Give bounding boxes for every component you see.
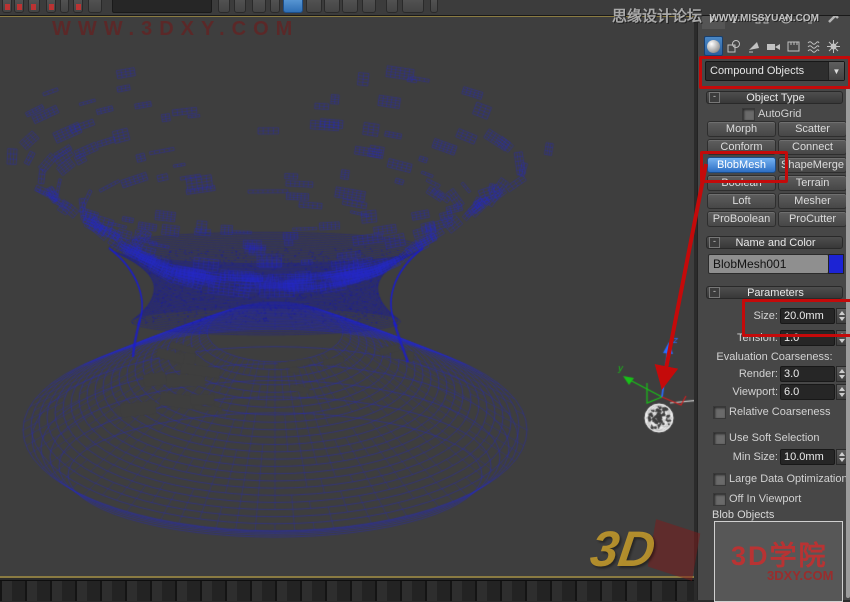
blobmesh-button[interactable]: BlobMesh [707,157,776,173]
toolbar-icon[interactable] [270,0,280,13]
loft-button[interactable]: Loft [707,193,776,209]
relative-coarseness-checkbox[interactable] [713,406,726,419]
toolbar-icon[interactable] [88,0,102,13]
viewport-field[interactable]: 6.0 [780,384,835,400]
boolean-button[interactable]: Boolean [707,175,776,191]
toolbar-icon[interactable] [283,0,303,13]
perspective-viewport[interactable] [0,15,694,578]
render-field[interactable]: 3.0 [780,366,835,382]
shapemerge-button[interactable]: ShapeMerge [778,157,847,173]
toolbar-icon[interactable] [234,0,246,13]
morph-button[interactable]: Morph [707,121,776,137]
mesher-button[interactable]: Mesher [778,193,847,209]
toolbar-icon[interactable] [362,0,376,13]
tension-label: Tension: [737,332,778,344]
blob-objects-list[interactable] [714,521,843,602]
toolbar-icon[interactable] [402,0,424,13]
shapes-icon[interactable] [724,36,743,56]
off-in-viewport-label: Off In Viewport [729,493,801,505]
collapse-icon[interactable]: - [709,92,720,103]
connect-button[interactable]: Connect [778,139,847,155]
large-data-optimization-label: Large Data Optimization [729,473,848,485]
collapse-icon[interactable]: - [709,287,720,298]
evaluation-coarseness-label: Evaluation Coarseness: [698,351,850,363]
toolbar-icon[interactable] [218,0,230,13]
rollout-title: Parameters [720,287,831,299]
tension-row: Tension: 1.0 [698,330,850,346]
subcategory-dropdown-value: Compound Objects [706,65,828,77]
toolbar-icon[interactable] [306,0,322,13]
min-size-row: Min Size: 10.0mm [698,449,850,465]
systems-icon[interactable] [824,36,843,56]
toolbar-icon[interactable] [252,0,266,13]
size-row: Size: 20.0mm [698,308,850,324]
proboolean-button[interactable]: ProBoolean [707,211,776,227]
rollout-title: Object Type [720,92,831,104]
toolbar-icon[interactable] [430,0,438,13]
relative-coarseness-row: Relative Coarseness [698,405,850,419]
relative-coarseness-label: Relative Coarseness [729,406,831,418]
off-in-viewport-checkbox[interactable] [713,493,726,506]
rollout-object-type[interactable]: - Object Type [706,91,843,104]
selection-sets-combo[interactable] [112,0,212,13]
command-panel: Compound Objects ▼ - Object Type AutoGri… [697,0,850,600]
rollout-title: Name and Color [720,237,831,249]
geometry-icon[interactable] [704,36,723,56]
scatter-button[interactable]: Scatter [778,121,847,137]
main-toolbar [0,0,850,16]
helpers-icon[interactable] [784,36,803,56]
autogrid-label: AutoGrid [758,108,801,120]
procutter-button[interactable]: ProCutter [778,211,847,227]
subcategory-dropdown[interactable]: Compound Objects ▼ [705,61,845,81]
viewport-canvas[interactable] [0,17,694,576]
min-size-field[interactable]: 10.0mm [780,449,835,465]
viewport-label: Viewport: [732,386,778,398]
toolbar-icon[interactable] [324,0,340,13]
render-label: Render: [739,368,778,380]
size-field[interactable]: 20.0mm [780,308,835,324]
large-data-optimization-checkbox[interactable] [713,473,726,486]
object-name-field[interactable]: BlobMesh001 [708,254,829,274]
time-track-bar[interactable] [0,580,694,601]
toolbar-icon[interactable] [14,0,24,13]
toolbar-icon[interactable] [46,0,56,13]
blob-objects-label: Blob Objects [712,509,774,521]
cameras-icon[interactable] [764,36,783,56]
large-data-optimization-row: Large Data Optimization [698,472,850,486]
space-warps-icon[interactable] [804,36,823,56]
off-in-viewport-row: Off In Viewport [698,492,850,506]
toolbar-icon[interactable] [2,0,12,13]
autogrid-row: AutoGrid [698,107,850,121]
use-soft-selection-row: Use Soft Selection [698,431,850,445]
render-row: Render: 3.0 [698,366,850,382]
rollout-parameters[interactable]: - Parameters [706,286,843,299]
viewport-row: Viewport: 6.0 [698,384,850,400]
conform-button[interactable]: Conform [707,139,776,155]
toolbar-icon[interactable] [60,0,69,13]
toolbar-icon[interactable] [73,0,83,13]
lights-icon[interactable] [744,36,763,56]
toolbar-icon[interactable] [386,0,398,13]
rollout-name-and-color[interactable]: - Name and Color [706,236,843,249]
collapse-icon[interactable]: - [709,237,720,248]
toolbar-icon[interactable] [28,0,40,13]
toolbar-icon[interactable] [342,0,358,13]
tension-field[interactable]: 1.0 [780,330,835,346]
panel-scrollbar[interactable] [846,88,850,598]
min-size-label: Min Size: [733,451,778,463]
evaluation-coarseness-row: Evaluation Coarseness: [698,351,850,365]
terrain-button[interactable]: Terrain [778,175,847,191]
object-color-swatch[interactable] [828,254,844,274]
size-label: Size: [754,310,778,322]
use-soft-selection-label: Use Soft Selection [729,432,820,444]
chevron-down-icon[interactable]: ▼ [828,62,844,80]
use-soft-selection-checkbox[interactable] [713,432,726,445]
autogrid-checkbox[interactable] [742,108,755,121]
